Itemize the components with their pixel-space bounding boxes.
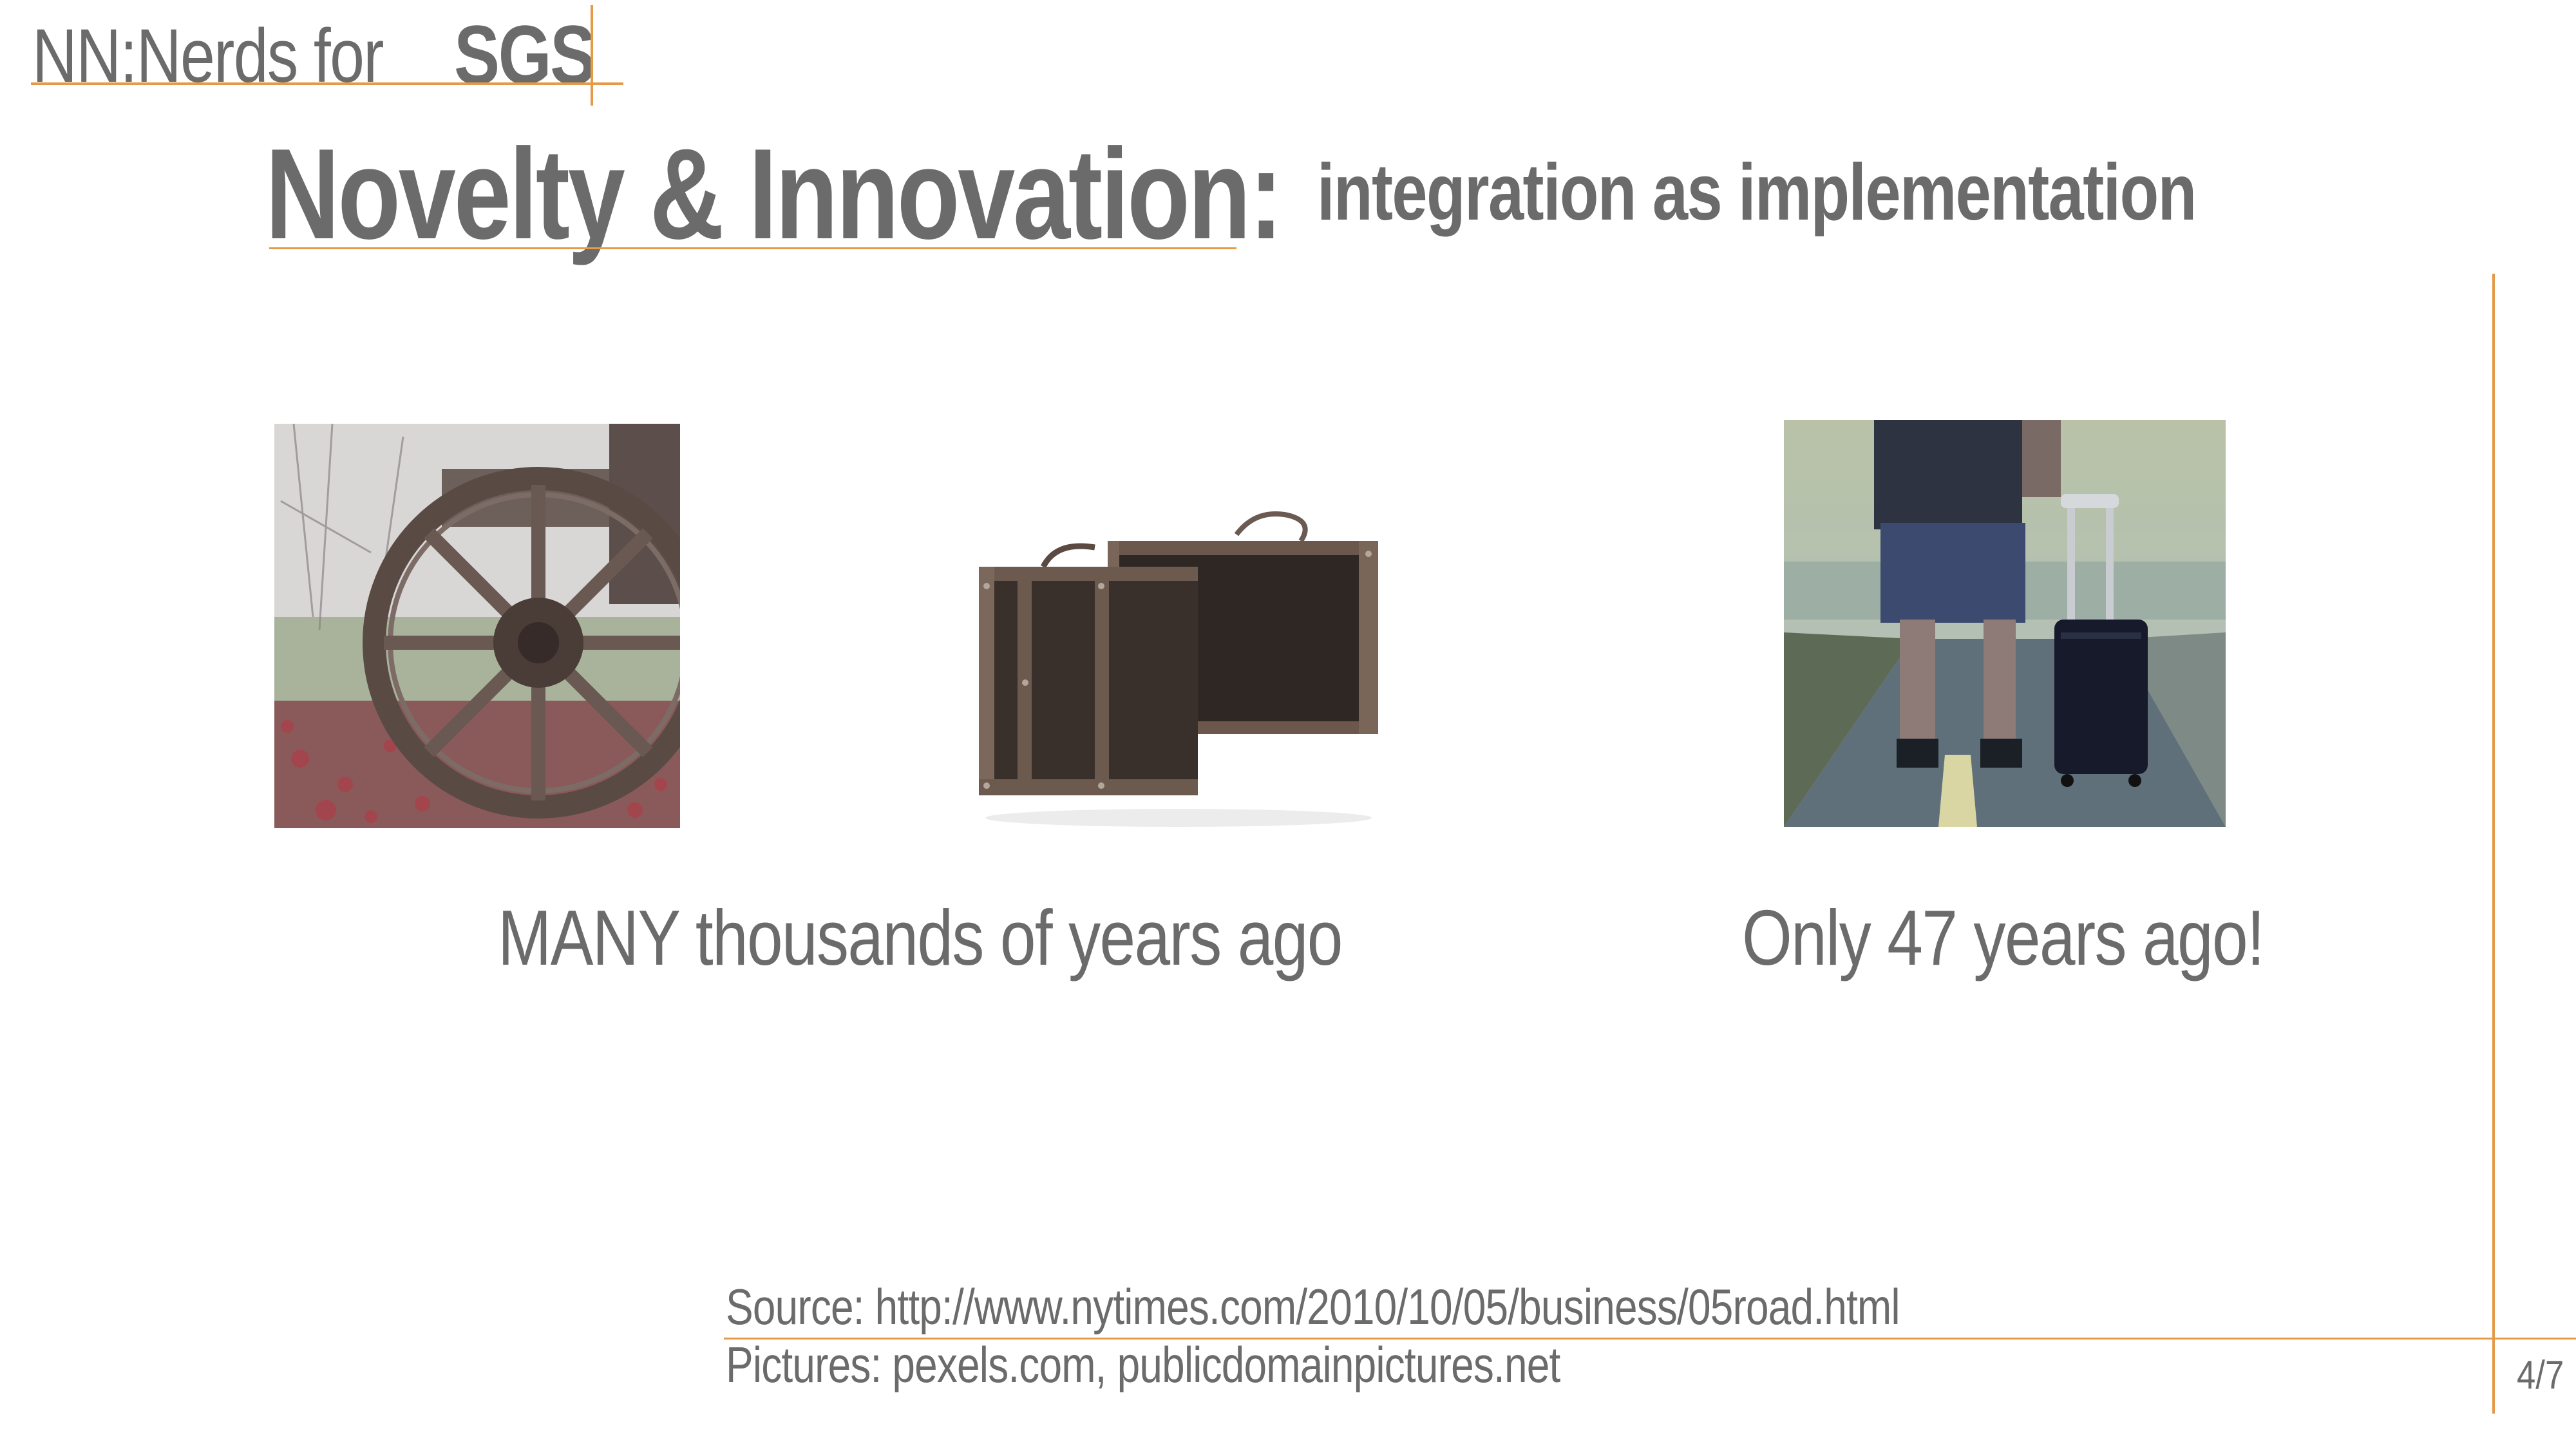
caption-left: MANY thousands of years ago <box>498 894 1343 981</box>
title-underline <box>269 247 1236 249</box>
rolling-suitcase-traveler-photo <box>1784 420 2226 827</box>
slide-title: Novelty & Innovation: <box>265 122 1283 266</box>
pictures-credit: Pictures: pexels.com, publicdomainpictur… <box>726 1336 1560 1393</box>
slide-subtitle: integration as implementation <box>1317 148 2197 237</box>
wooden-wagon-wheel-photo <box>274 424 680 828</box>
brand-underline <box>31 82 623 85</box>
old-suitcases-photo <box>966 502 1378 831</box>
right-frame-rule <box>2492 274 2495 1414</box>
source-citation: Source: http://www.nytimes.com/2010/10/0… <box>726 1278 1900 1335</box>
caption-right: Only 47 years ago! <box>1742 894 2265 981</box>
brand-vertical-rule <box>591 5 593 106</box>
page-number: 4/7 <box>2517 1353 2564 1397</box>
